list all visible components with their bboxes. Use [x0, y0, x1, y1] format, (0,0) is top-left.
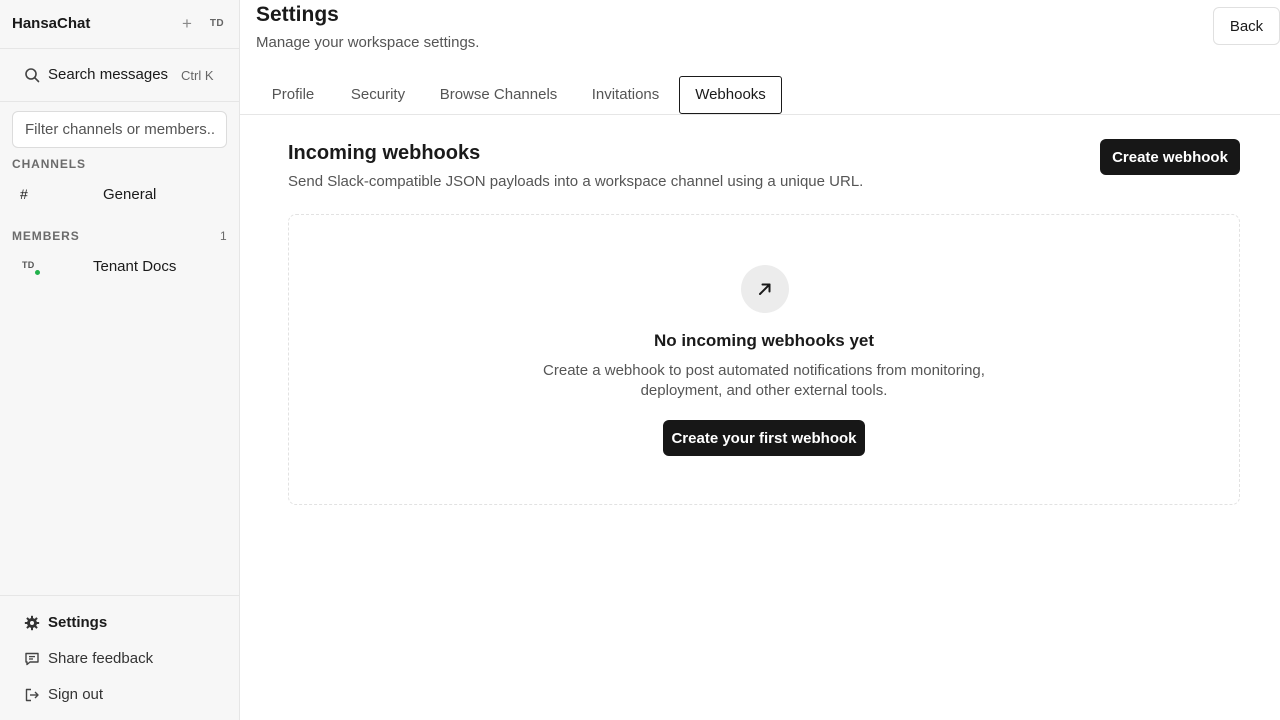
- share-feedback-button[interactable]: Share feedback: [24, 647, 224, 671]
- webhooks-section-description: Send Slack-compatible JSON payloads into…: [288, 173, 864, 190]
- user-avatar[interactable]: TD: [207, 15, 227, 33]
- member-avatar: TD: [22, 260, 35, 270]
- sign-out-button[interactable]: Sign out: [24, 683, 224, 707]
- search-shortcut: Ctrl K: [181, 68, 214, 83]
- arrow-up-right-icon: [759, 283, 771, 295]
- webhooks-section-title: Incoming webhooks: [288, 142, 481, 164]
- message-icon: [25, 652, 39, 666]
- sign-out-icon: [25, 688, 39, 702]
- back-button[interactable]: Back: [1213, 7, 1280, 45]
- sign-out-label: Sign out: [48, 686, 104, 703]
- webhooks-empty-state: No incoming webhooks yet Create a webhoo…: [288, 214, 1240, 505]
- member-item-tenant-docs[interactable]: TD Tenant Docs: [12, 252, 227, 280]
- page-subtitle: Manage your workspace settings.: [256, 34, 480, 51]
- gear-icon: [24, 615, 40, 631]
- settings-tabs: Profile Security Browse Channels Invitat…: [240, 76, 1280, 115]
- tab-webhooks[interactable]: Webhooks: [679, 76, 782, 114]
- plus-icon[interactable]: +: [178, 14, 196, 34]
- sidebar: HansaChat + TD Search messages Ctrl K CH…: [0, 0, 240, 720]
- empty-state-title: No incoming webhooks yet: [653, 331, 875, 350]
- tab-invitations[interactable]: Invitations: [579, 76, 672, 114]
- tab-security[interactable]: Security: [337, 76, 419, 114]
- members-count: 1: [220, 229, 227, 243]
- online-status-indicator: [34, 269, 41, 276]
- settings-main: Settings Manage your workspace settings.…: [240, 0, 1280, 720]
- member-name: Tenant Docs: [93, 258, 177, 275]
- empty-state-description: Create a webhook to post automated notif…: [289, 361, 1239, 401]
- filter-channels-input[interactable]: [12, 111, 227, 148]
- tab-browse-channels[interactable]: Browse Channels: [428, 76, 569, 114]
- channel-item-general[interactable]: # General: [12, 180, 227, 208]
- workspace-name[interactable]: HansaChat: [12, 15, 90, 32]
- members-section-label: MEMBERS: [12, 229, 80, 243]
- channels-section-label: CHANNELS: [12, 157, 86, 171]
- search-icon: [25, 68, 40, 83]
- create-webhook-button[interactable]: Create webhook: [1100, 139, 1240, 175]
- empty-state-description-line-1: Create a webhook to post automated notif…: [543, 362, 985, 379]
- create-first-webhook-button[interactable]: Create your first webhook: [663, 420, 865, 456]
- workspace-header: HansaChat + TD: [0, 0, 239, 49]
- settings-label: Settings: [48, 614, 108, 631]
- search-messages-label: Search messages: [48, 66, 169, 83]
- hash-icon: #: [20, 186, 28, 202]
- sidebar-footer: Settings Share feedback Sign out: [0, 595, 239, 720]
- settings-button[interactable]: Settings: [24, 611, 224, 635]
- tab-profile[interactable]: Profile: [256, 76, 330, 114]
- search-messages-button[interactable]: Search messages Ctrl K: [0, 49, 239, 102]
- empty-state-icon-container: [741, 265, 789, 313]
- share-feedback-label: Share feedback: [48, 650, 154, 667]
- empty-state-description-line-2: deployment, and other external tools.: [640, 382, 888, 399]
- channel-name: General: [103, 186, 157, 203]
- page-title: Settings: [256, 3, 339, 26]
